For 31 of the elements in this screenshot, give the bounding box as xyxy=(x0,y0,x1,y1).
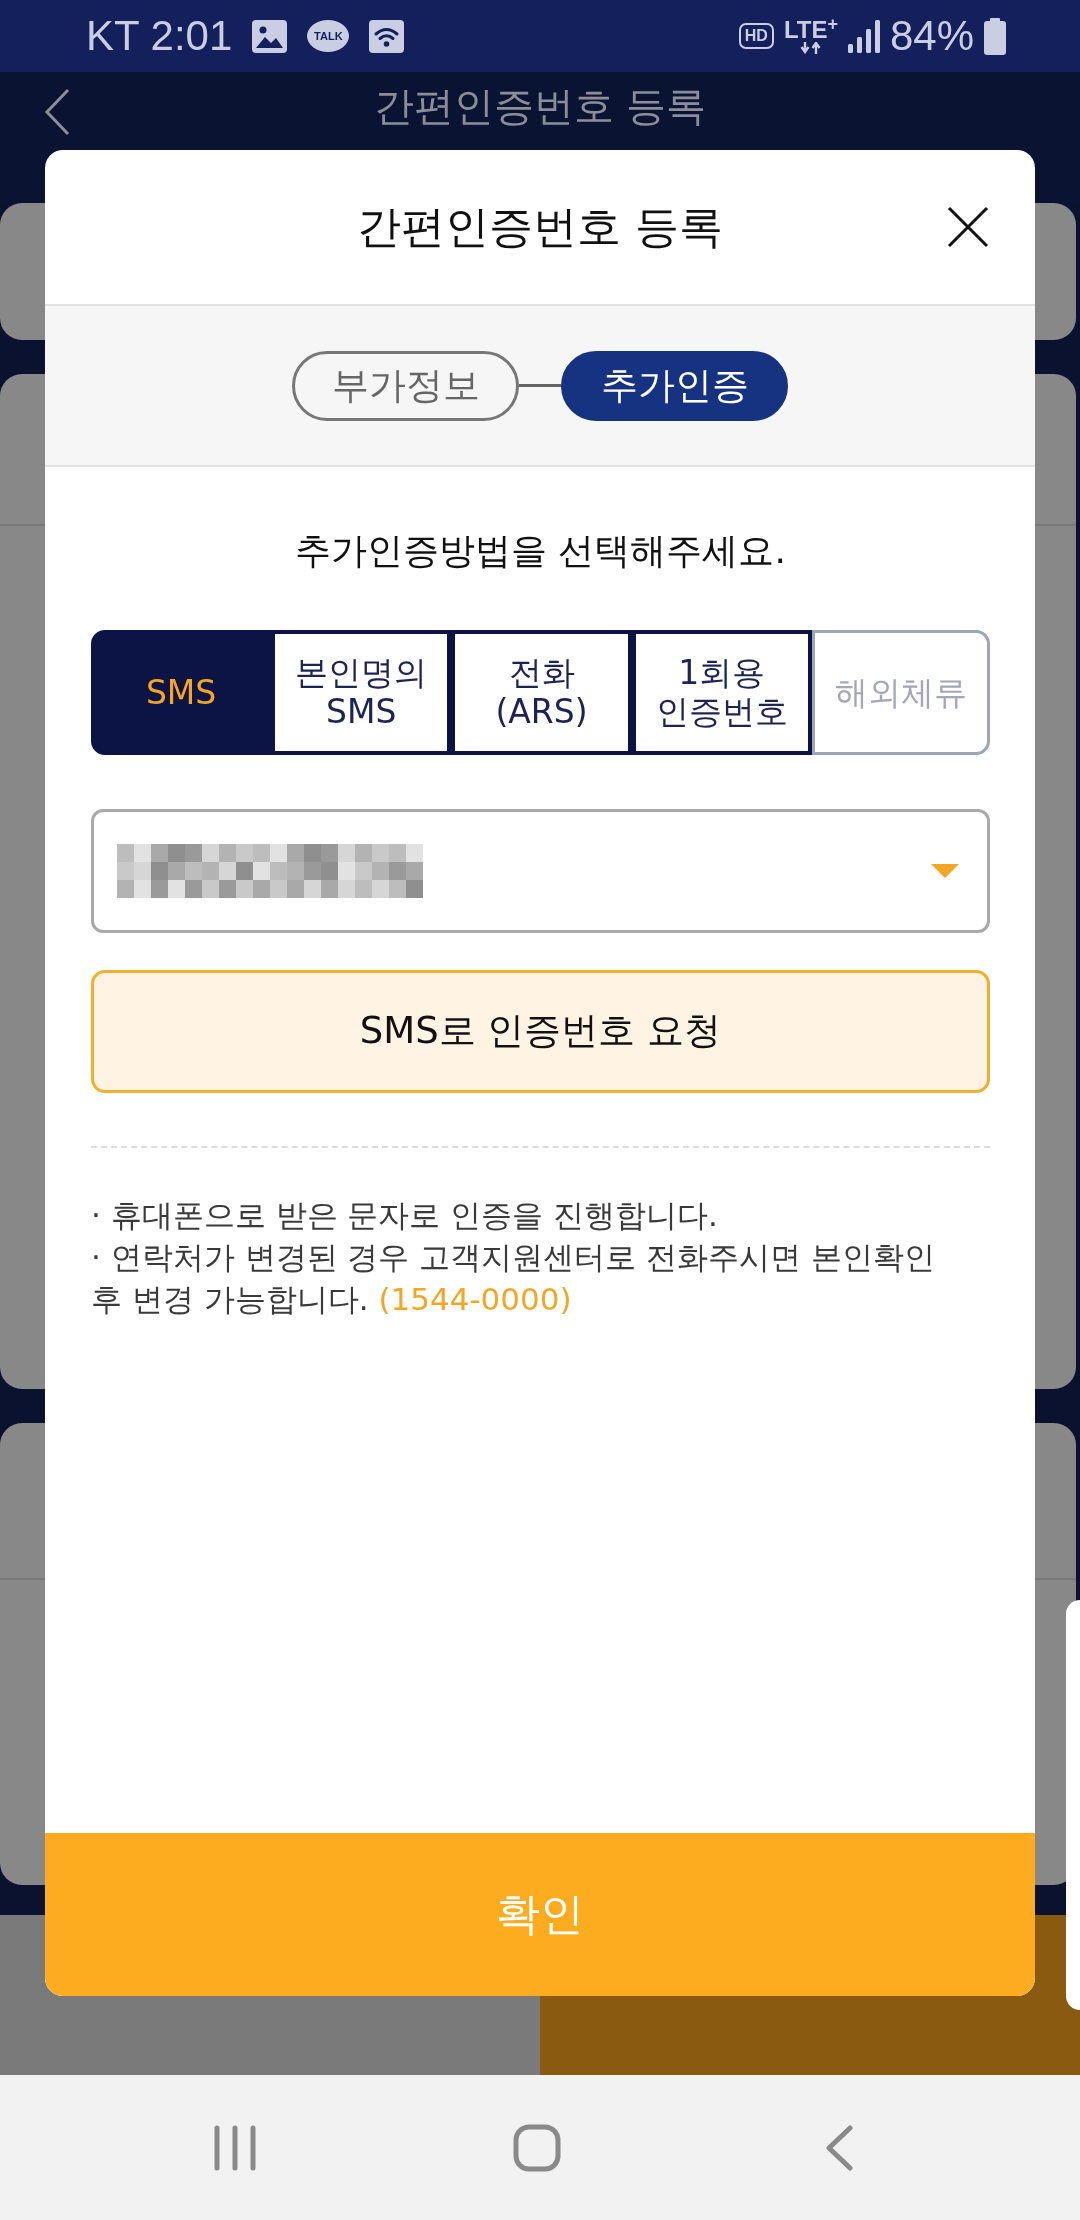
instruction-text: 추가인증방법을 선택해주세요. xyxy=(294,529,787,573)
recent-apps-icon[interactable] xyxy=(214,2124,256,2171)
signal-icon xyxy=(847,19,880,53)
back-icon[interactable] xyxy=(825,2124,853,2171)
step-indicator: 부가정보 xyxy=(292,350,519,421)
back-icon xyxy=(44,88,70,136)
note-text: · 휴대폰으로 받은 문자로 인증을 진행합니다. xyxy=(91,1195,719,1235)
dropdown-caret-icon xyxy=(931,863,959,878)
carrier-time-text: KT 2:01 xyxy=(86,15,233,57)
home-icon[interactable] xyxy=(513,2123,561,2172)
battery-percent-text: 84% xyxy=(889,15,974,57)
method-tab[interactable]: 전화 (ARS) xyxy=(451,629,632,755)
close-button[interactable] xyxy=(945,204,991,250)
data-arrows-icon xyxy=(799,42,822,54)
network-type-text: LTE$^{+}$ xyxy=(783,18,838,42)
app-bar-title: 간편인증번호 등록 xyxy=(373,82,707,130)
chat-badge: TALK xyxy=(307,20,350,52)
dialog-title: 간편인증번호 등록 xyxy=(357,200,723,254)
note-text: · 연락처가 변경된 경우 고객지원센터로 전화주시면 본인확인 후 변경 가능합니다. (1544-0000) xyxy=(91,1237,936,1319)
method-tab[interactable]: SMS xyxy=(91,629,272,755)
sms-request-button[interactable]: SMS로 인증번호 요청 xyxy=(91,969,990,1093)
battery-icon xyxy=(984,17,1006,55)
step-indicator: 추가인증 xyxy=(561,350,788,421)
close-icon xyxy=(947,206,989,248)
method-tab[interactable]: 본인명의 SMS xyxy=(271,629,452,755)
phone-select[interactable] xyxy=(91,808,990,933)
method-tab[interactable]: 1회용 인증번호 xyxy=(631,629,812,755)
hd-badge: HD xyxy=(738,23,774,49)
image-icon xyxy=(252,19,288,53)
step-connector xyxy=(519,384,561,387)
wifi-icon xyxy=(369,19,405,53)
